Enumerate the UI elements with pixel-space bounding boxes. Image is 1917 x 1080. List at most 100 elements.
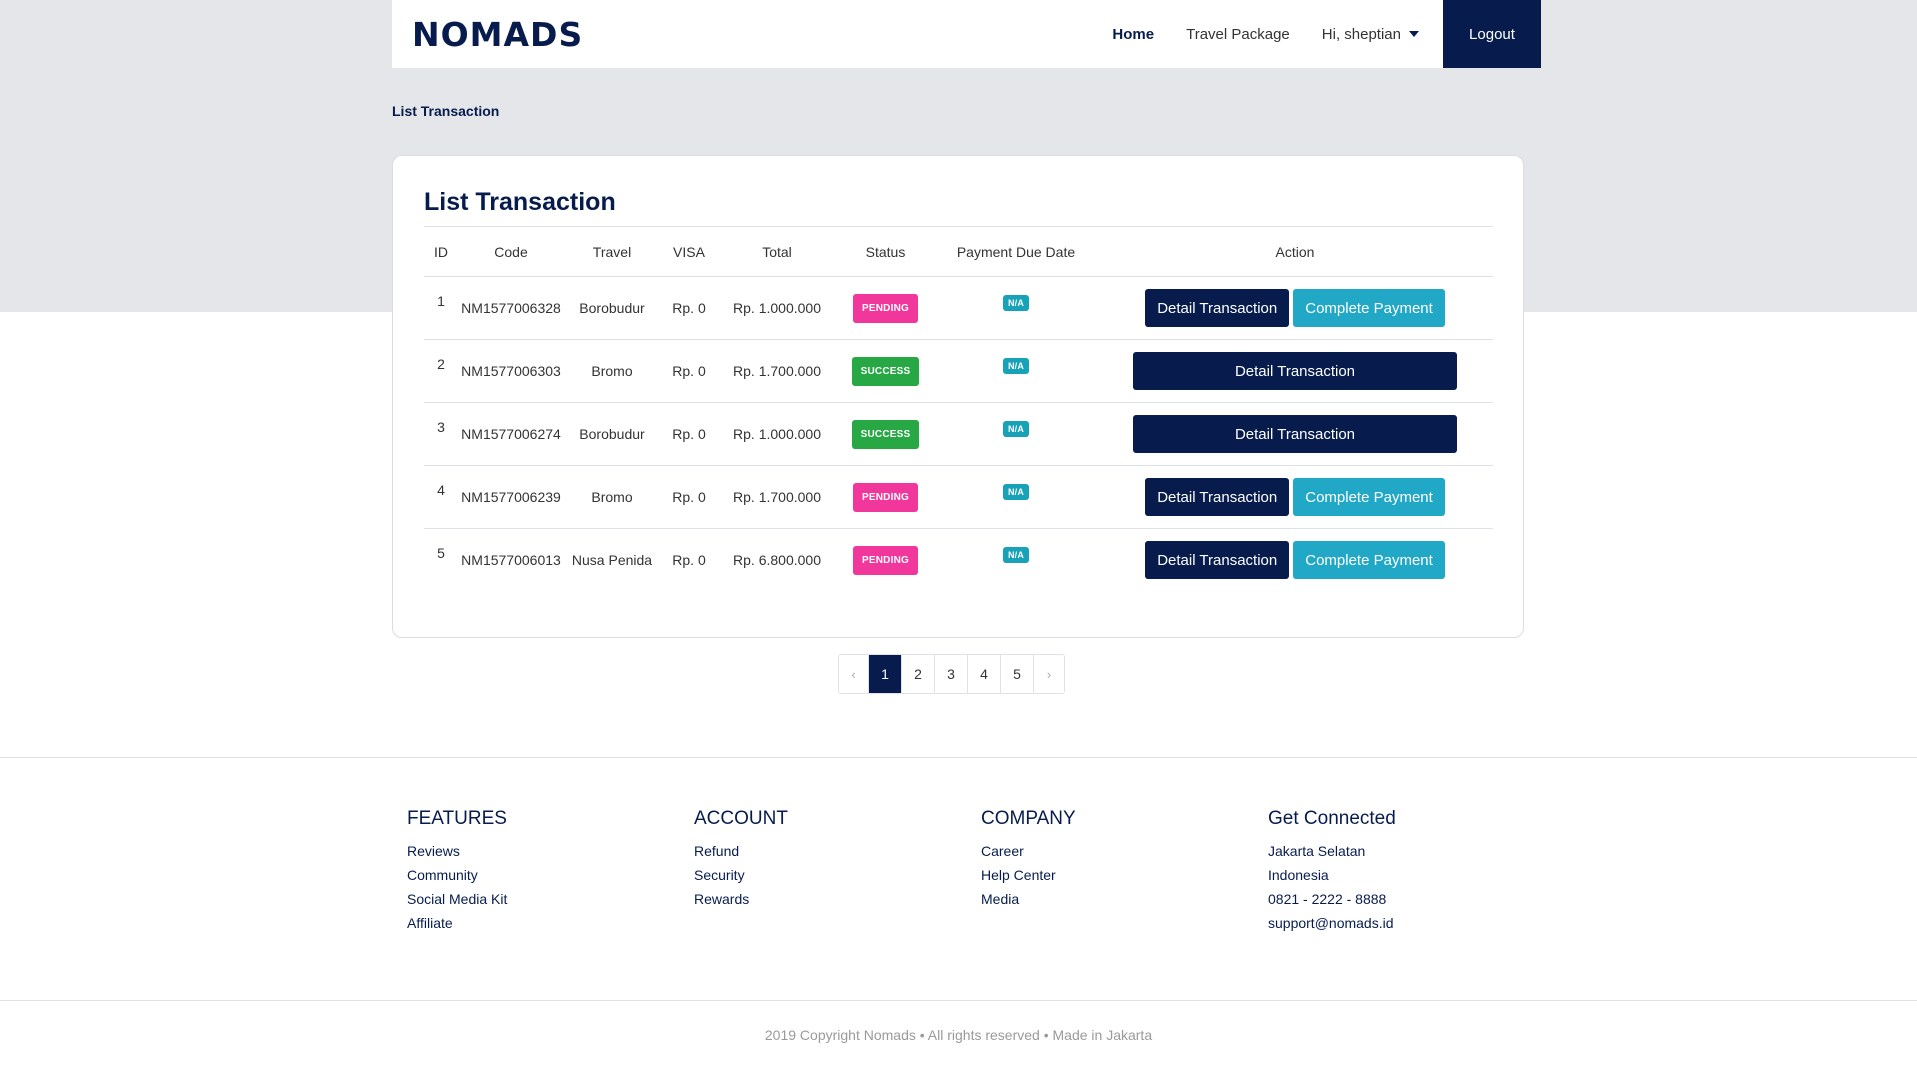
- table-row: 1 NM1577006328 Borobudur Rp. 0 Rp. 1.000…: [424, 276, 1493, 340]
- cell-travel: Bromo: [564, 465, 660, 529]
- caret-down-icon: [1409, 31, 1419, 37]
- page-5-button[interactable]: 5: [1001, 655, 1034, 693]
- detail-transaction-button[interactable]: Detail Transaction: [1145, 289, 1290, 327]
- cell-travel: Bromo: [564, 339, 660, 403]
- footer-link-community[interactable]: Community: [407, 863, 694, 887]
- cell-action: Detail Transaction Complete Payment: [1097, 276, 1493, 340]
- status-badge: SUCCESS: [851, 356, 920, 386]
- cell-status: PENDING: [836, 465, 935, 529]
- cell-total: Rp. 1.700.000: [718, 465, 836, 529]
- col-header-total: Total: [718, 226, 836, 277]
- detail-transaction-button[interactable]: Detail Transaction: [1145, 478, 1290, 516]
- footer-divider-bottom: [0, 1000, 1917, 1001]
- card-title: List Transaction: [424, 188, 616, 216]
- footer-link-affiliate[interactable]: Affiliate: [407, 911, 694, 935]
- cell-action: Detail Transaction Complete Payment: [1097, 529, 1493, 592]
- next-page-icon[interactable]: ›: [1034, 655, 1064, 693]
- table-row: 2 NM1577006303 Bromo Rp. 0 Rp. 1.700.000…: [424, 339, 1493, 403]
- footer-contact-city: Jakarta Selatan: [1268, 843, 1366, 859]
- cell-due-date: N/A: [935, 465, 1097, 529]
- status-badge: PENDING: [853, 482, 918, 512]
- table-row: 5 NM1577006013 Nusa Penida Rp. 0 Rp. 6.8…: [424, 529, 1493, 592]
- footer-col-title: ACCOUNT: [694, 808, 788, 829]
- complete-payment-button[interactable]: Complete Payment: [1293, 541, 1445, 580]
- status-badge: SUCCESS: [851, 419, 920, 449]
- footer-link-social-media-kit[interactable]: Social Media Kit: [407, 887, 694, 911]
- due-date-badge: N/A: [1002, 421, 1030, 437]
- cell-due-date: N/A: [935, 402, 1097, 466]
- cell-visa: Rp. 0: [672, 552, 706, 569]
- nav-travel-package-link[interactable]: Travel Package: [1186, 26, 1290, 43]
- footer-link-help-center[interactable]: Help Center: [981, 863, 1268, 887]
- nav-home-link[interactable]: Home: [1112, 26, 1154, 43]
- detail-transaction-button[interactable]: Detail Transaction: [1145, 541, 1290, 580]
- cell-action: Detail Transaction Complete Payment: [1097, 465, 1493, 529]
- status-badge: PENDING: [853, 293, 918, 323]
- user-dropdown[interactable]: Hi, sheptian: [1322, 26, 1419, 43]
- prev-page-icon[interactable]: ‹: [839, 655, 869, 693]
- footer-divider-top: [0, 757, 1917, 758]
- footer-link-rewards[interactable]: Rewards: [694, 887, 981, 911]
- detail-transaction-button[interactable]: Detail Transaction: [1133, 415, 1457, 453]
- navbar: NOMADS Home Travel Package Hi, sheptian …: [392, 0, 1541, 68]
- col-header-due-date: Payment Due Date: [935, 226, 1097, 277]
- cell-code: NM1577006239: [458, 465, 564, 529]
- col-header-id: ID: [424, 226, 458, 277]
- cell-id: 2: [424, 339, 458, 403]
- footer-col-features: FEATURES Reviews Community Social Media …: [407, 808, 694, 935]
- complete-payment-button[interactable]: Complete Payment: [1293, 478, 1445, 516]
- table-row: 4 NM1577006239 Bromo Rp. 0 Rp. 1.700.000…: [424, 465, 1493, 529]
- cell-id: 5: [437, 545, 445, 561]
- footer-links: FEATURES Reviews Community Social Media …: [407, 808, 1555, 935]
- col-header-code: Code: [458, 226, 564, 277]
- page-4-button[interactable]: 4: [968, 655, 1001, 693]
- cell-travel: Borobudur: [564, 402, 660, 466]
- footer-col-title: FEATURES: [407, 808, 507, 829]
- footer-col-company: COMPANY Career Help Center Media: [981, 808, 1268, 935]
- footer-contact-email[interactable]: support@nomads.id: [1268, 911, 1555, 935]
- due-date-badge: N/A: [1002, 547, 1030, 563]
- cell-visa: Rp. 0: [660, 402, 718, 466]
- page-3-button[interactable]: 3: [935, 655, 968, 693]
- cell-code: NM1577006328: [458, 276, 564, 340]
- footer-contact-country: Indonesia: [1268, 867, 1329, 883]
- due-date-badge: N/A: [1002, 295, 1030, 311]
- cell-due-date: N/A: [935, 276, 1097, 340]
- footer-link-security[interactable]: Security: [694, 863, 981, 887]
- cell-status: SUCCESS: [836, 339, 935, 403]
- breadcrumb: List Transaction: [392, 103, 500, 119]
- table-row: 3 NM1577006274 Borobudur Rp. 0 Rp. 1.000…: [424, 402, 1493, 466]
- nav-links: Home Travel Package Hi, sheptian Logout: [1112, 0, 1541, 68]
- complete-payment-button[interactable]: Complete Payment: [1293, 289, 1445, 327]
- cell-total: Rp. 1.000.000: [718, 276, 836, 340]
- pagination: ‹ 1 2 3 4 5 ›: [838, 654, 1065, 694]
- status-badge: PENDING: [853, 545, 918, 575]
- footer-col-account: ACCOUNT Refund Security Rewards: [694, 808, 981, 935]
- cell-travel: Borobudur: [564, 276, 660, 340]
- cell-total: Rp. 6.800.000: [733, 552, 821, 569]
- logout-button[interactable]: Logout: [1443, 0, 1541, 68]
- cell-id: 3: [424, 402, 458, 466]
- due-date-badge: N/A: [1002, 358, 1030, 374]
- footer-link-refund[interactable]: Refund: [694, 839, 981, 863]
- footer-col-title: COMPANY: [981, 808, 1076, 829]
- footer-link-media[interactable]: Media: [981, 887, 1268, 911]
- table-body: 1 NM1577006328 Borobudur Rp. 0 Rp. 1.000…: [424, 276, 1493, 592]
- page-2-button[interactable]: 2: [902, 655, 935, 693]
- cell-id: 4: [424, 465, 458, 529]
- footer-link-career[interactable]: Career: [981, 839, 1268, 863]
- table-header: ID Code Travel VISA Total Status Payment…: [424, 226, 1493, 277]
- footer-link-reviews[interactable]: Reviews: [407, 839, 694, 863]
- due-date-badge: N/A: [1002, 484, 1030, 500]
- nomads-logo[interactable]: NOMADS: [412, 15, 583, 54]
- footer-col-title: Get Connected: [1268, 808, 1396, 829]
- transaction-table: ID Code Travel VISA Total Status Payment…: [424, 226, 1493, 592]
- cell-visa: Rp. 0: [660, 465, 718, 529]
- cell-visa: Rp. 0: [660, 276, 718, 340]
- detail-transaction-button[interactable]: Detail Transaction: [1133, 352, 1457, 390]
- user-greeting: Hi, sheptian: [1321, 25, 1401, 43]
- cell-travel: Nusa Penida: [571, 552, 653, 569]
- cell-code: NM1577006303: [458, 339, 564, 403]
- cell-code: NM1577006274: [458, 402, 564, 466]
- page-1-button[interactable]: 1: [869, 655, 902, 693]
